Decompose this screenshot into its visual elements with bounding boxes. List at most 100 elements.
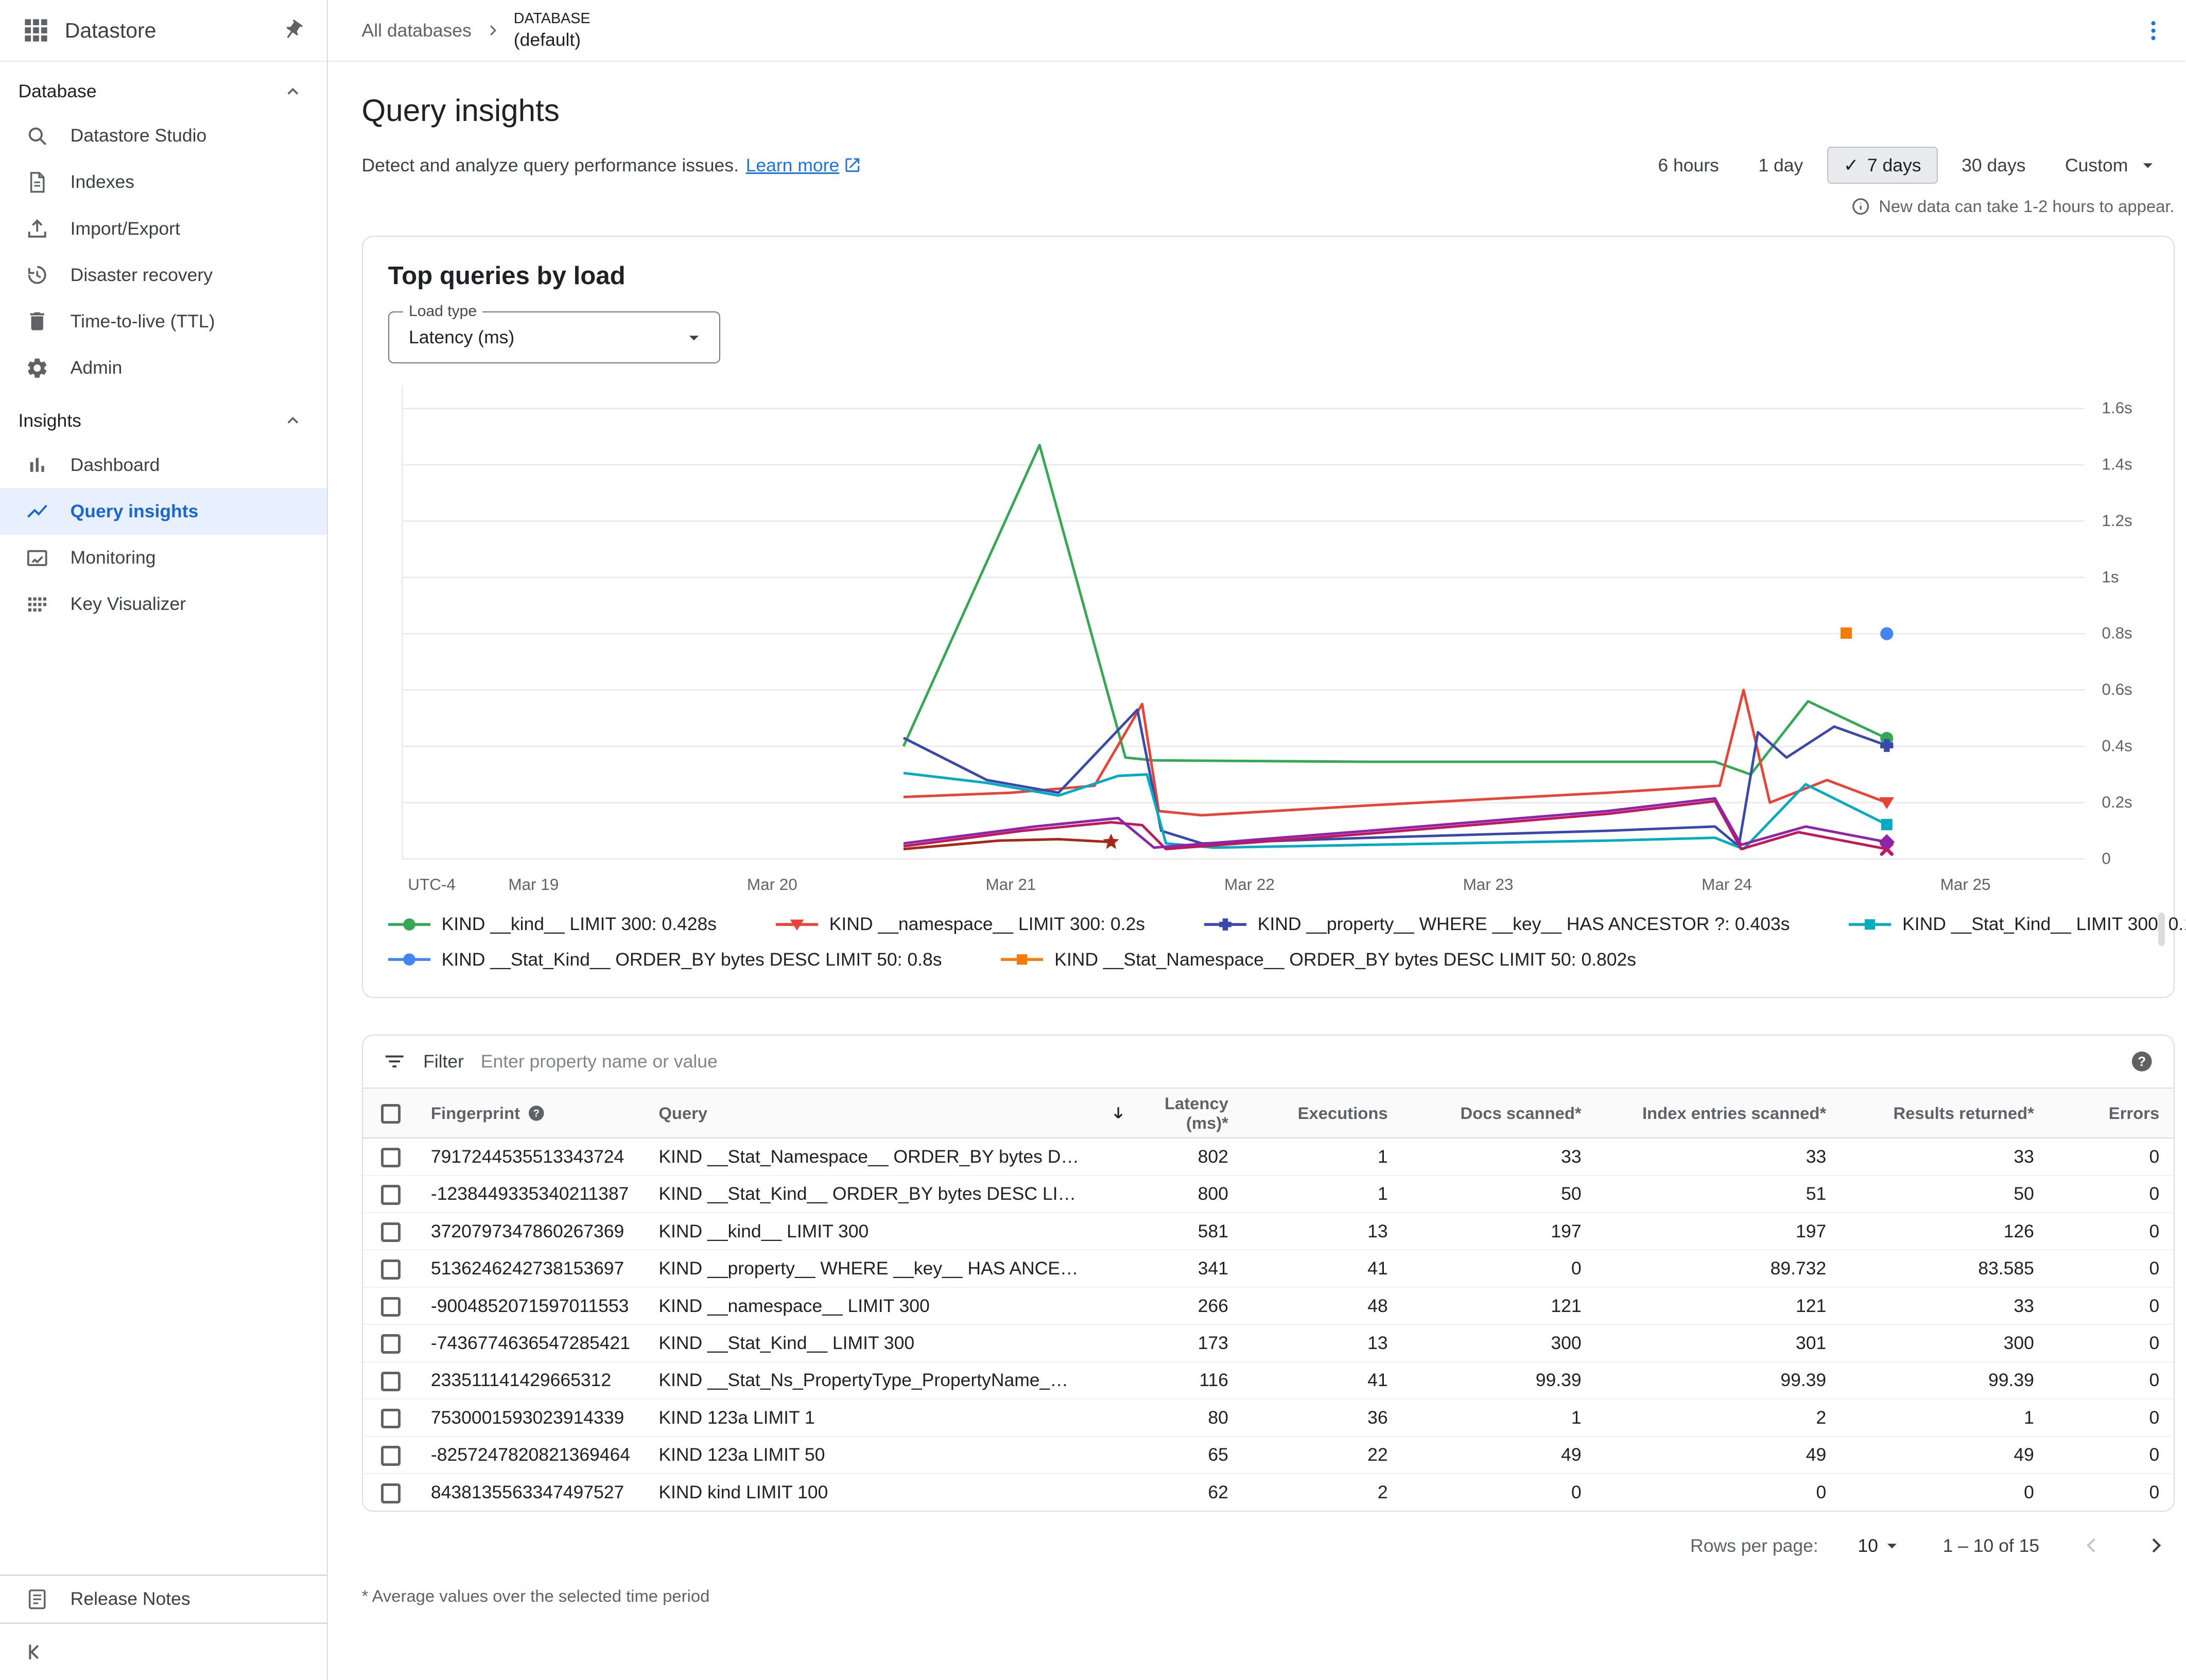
row-checkbox[interactable] — [381, 1148, 401, 1167]
row-checkbox[interactable] — [381, 1372, 401, 1391]
top-queries-card: Top queries by load Load type Latency (m… — [362, 236, 2175, 997]
executions-cell: 1 — [1242, 1138, 1402, 1175]
page-title: Query insights — [362, 93, 2175, 128]
legend-item[interactable]: KIND __Stat_Namespace__ ORDER_BY bytes D… — [1001, 949, 1636, 970]
errors-cell: 0 — [2048, 1138, 2173, 1175]
next-page-icon[interactable] — [2143, 1533, 2168, 1558]
fingerprint-help-icon[interactable]: ? — [527, 1104, 546, 1123]
svg-text:0.2s: 0.2s — [2102, 793, 2132, 811]
breadcrumb-all-databases[interactable]: All databases — [362, 20, 472, 41]
fingerprint-cell: 8438135563347497527 — [417, 1474, 645, 1511]
load-type-select[interactable]: Load type Latency (ms) — [388, 311, 720, 363]
chevron-right-icon — [483, 21, 502, 40]
svg-text:Mar 25: Mar 25 — [1940, 876, 1990, 894]
time-range-6-hours[interactable]: 6 hours — [1642, 148, 1734, 183]
legend-scrollbar[interactable] — [2158, 913, 2165, 947]
row-checkbox[interactable] — [381, 1446, 401, 1465]
svg-text:Mar 20: Mar 20 — [747, 876, 797, 894]
svg-text:?: ? — [533, 1108, 539, 1119]
load-chart: 00.2s0.4s0.6s0.8s1s1.2s1.4s1.6sUTC-4Mar … — [388, 369, 2148, 904]
column-latency-sorted[interactable]: Latency (ms)* — [1095, 1089, 1243, 1138]
index-entries-cell: 33 — [1595, 1138, 1841, 1175]
legend-item[interactable]: KIND __namespace__ LIMIT 300: 0.2s — [776, 914, 1145, 935]
docs-scanned-cell: 1 — [1402, 1399, 1595, 1436]
row-checkbox[interactable] — [381, 1297, 401, 1317]
sidebar-item-admin[interactable]: Admin — [0, 345, 327, 391]
svg-text:1.4s: 1.4s — [2102, 455, 2132, 473]
docs-scanned-cell: 49 — [1402, 1437, 1595, 1474]
table-header-row: Fingerprint? Query Latency (ms)* Executi… — [363, 1089, 2174, 1138]
legend-item[interactable]: KIND __Stat_Kind__ LIMIT 300: 0.122s — [1849, 914, 2185, 935]
svg-text:UTC-4: UTC-4 — [408, 876, 456, 894]
bar-chart-icon — [25, 453, 49, 477]
section-insights[interactable]: Insights — [0, 391, 327, 442]
sidebar-item-import-export[interactable]: Import/Export — [0, 205, 327, 252]
sidebar-item-dashboard[interactable]: Dashboard — [0, 442, 327, 488]
table-row: -8257247820821369464KIND 123a LIMIT 5065… — [363, 1437, 2174, 1474]
fingerprint-cell: -9004852071597011553 — [417, 1287, 645, 1324]
latency-cell: 266 — [1095, 1287, 1243, 1324]
sidebar-item-release-notes[interactable]: Release Notes — [0, 1576, 327, 1622]
svg-text:Mar 19: Mar 19 — [508, 876, 559, 894]
row-checkbox[interactable] — [381, 1409, 401, 1428]
fingerprint-cell: 7530001593023914339 — [417, 1399, 645, 1436]
fingerprint-cell: 3720797347860267369 — [417, 1213, 645, 1250]
legend-item[interactable]: KIND __Stat_Kind__ ORDER_BY bytes DESC L… — [388, 949, 942, 970]
svg-text:0.6s: 0.6s — [2102, 680, 2132, 698]
sidebar-item-key-visualizer[interactable]: Key Visualizer — [0, 581, 327, 627]
sidebar-item-ttl[interactable]: Time-to-live (TTL) — [0, 298, 327, 344]
legend-row: KIND __Stat_Kind__ ORDER_BY bytes DESC L… — [388, 942, 2148, 977]
index-entries-cell: 89.732 — [1595, 1250, 1841, 1287]
app-window: Datastore Database Datastore Studio Inde… — [0, 0, 2185, 1680]
rows-per-page-select[interactable]: 10 — [1858, 1534, 1903, 1557]
row-checkbox[interactable] — [381, 1185, 401, 1204]
sidebar-item-monitoring[interactable]: Monitoring — [0, 535, 327, 581]
select-all-checkbox[interactable] — [381, 1104, 401, 1124]
time-range-30-days[interactable]: 30 days — [1946, 148, 2041, 183]
trash-icon — [25, 309, 49, 333]
sidebar-item-datastore-studio[interactable]: Datastore Studio — [0, 113, 327, 159]
executions-cell: 36 — [1242, 1399, 1402, 1436]
query-cell: KIND 123a LIMIT 1 — [645, 1399, 1095, 1436]
learn-more-link[interactable]: Learn more — [746, 155, 862, 176]
sidebar-item-query-insights[interactable]: Query insights — [0, 488, 327, 534]
latency-cell: 581 — [1095, 1213, 1243, 1250]
sidebar-item-indexes[interactable]: Indexes — [0, 159, 327, 205]
table-row: 8438135563347497527KIND kind LIMIT 10062… — [363, 1474, 2174, 1511]
sidebar: Datastore Database Datastore Studio Inde… — [0, 0, 328, 1680]
pin-icon[interactable] — [282, 19, 304, 42]
legend-item[interactable]: KIND __property__ WHERE __key__ HAS ANCE… — [1204, 914, 1790, 935]
section-insights-label: Insights — [19, 410, 81, 431]
docs-scanned-cell: 197 — [1402, 1213, 1595, 1250]
row-checkbox[interactable] — [381, 1222, 401, 1242]
legend-item[interactable]: KIND __kind__ LIMIT 300: 0.428s — [388, 914, 717, 935]
errors-cell: 0 — [2048, 1213, 2173, 1250]
time-range-1-day[interactable]: 1 day — [1743, 148, 1818, 183]
docs-scanned-cell: 300 — [1402, 1324, 1595, 1361]
executions-cell: 41 — [1242, 1250, 1402, 1287]
time-range-custom[interactable]: Custom — [2050, 147, 2175, 184]
queries-table-card: Filter ? Fingerprint? Query Latency (ms)… — [362, 1035, 2175, 1512]
sidebar-item-disaster-recovery[interactable]: Disaster recovery — [0, 252, 327, 298]
rows-per-page-label: Rows per page: — [1690, 1535, 1818, 1556]
sort-desc-icon — [1108, 1104, 1128, 1123]
docs-scanned-cell: 50 — [1402, 1176, 1595, 1213]
help-icon[interactable]: ? — [2130, 1049, 2154, 1073]
row-checkbox[interactable] — [381, 1483, 401, 1503]
section-database[interactable]: Database — [0, 62, 327, 112]
prev-page-icon[interactable] — [2079, 1533, 2104, 1558]
row-checkbox[interactable] — [381, 1259, 401, 1279]
errors-cell: 0 — [2048, 1324, 2173, 1361]
load-type-label: Load type — [403, 303, 482, 320]
row-checkbox[interactable] — [381, 1334, 401, 1354]
collapse-sidebar-icon[interactable] — [23, 1639, 48, 1665]
filter-input[interactable] — [481, 1051, 2113, 1072]
fingerprint-cell: 233511141429665312 — [417, 1362, 645, 1399]
results-returned-cell: 99.39 — [1841, 1362, 2049, 1399]
legend-row: KIND __kind__ LIMIT 300: 0.428s KIND __na… — [388, 907, 2148, 942]
time-range-7-days[interactable]: ✓7 days — [1827, 147, 1938, 184]
history-icon — [25, 263, 49, 287]
svg-text:Mar 23: Mar 23 — [1463, 876, 1513, 894]
more-options-icon[interactable] — [2141, 18, 2166, 43]
sidebar-collapse-row — [0, 1624, 327, 1680]
